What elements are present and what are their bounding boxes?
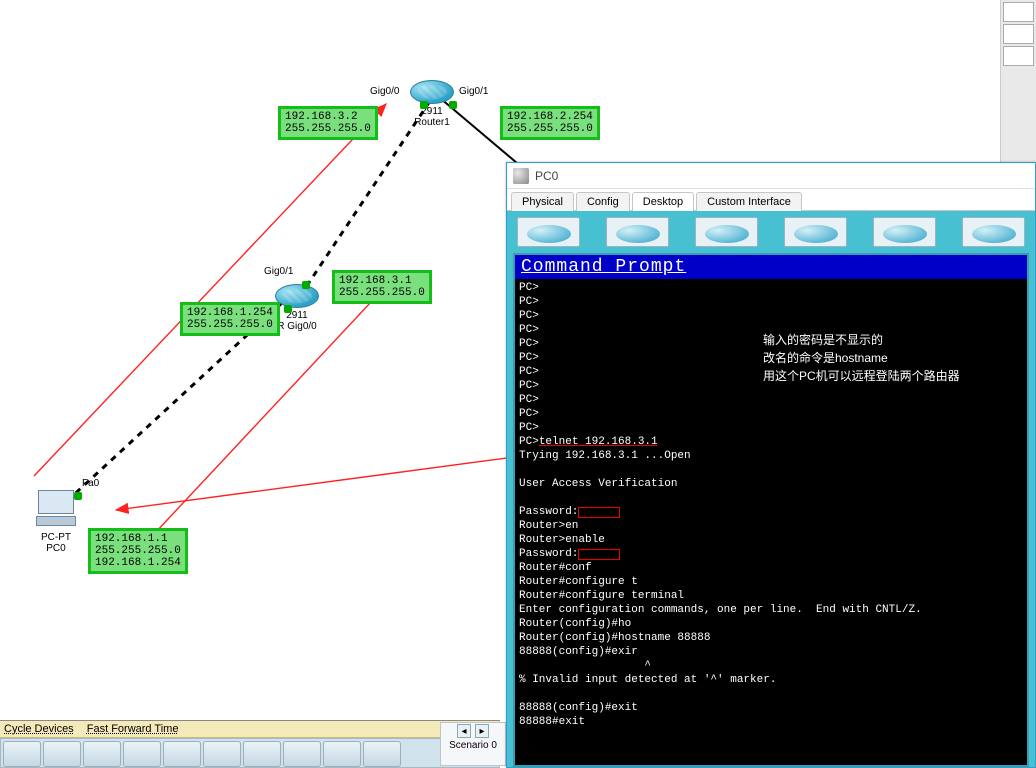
device-label: PC0 (46, 543, 65, 554)
port-indicator (449, 101, 457, 109)
device-slot[interactable] (123, 741, 161, 767)
note-r2-left[interactable]: 192.168.1.254255.255.255.0 (180, 302, 280, 336)
fast-forward-button[interactable]: Fast Forward Time (87, 723, 179, 735)
command-prompt-titlebar[interactable]: Command Prompt (515, 255, 1027, 279)
device-slot[interactable] (243, 741, 281, 767)
device-router2[interactable]: 2911 R Gig0/0 (275, 284, 319, 332)
password-hidden-box (578, 507, 620, 518)
port-indicator (284, 305, 292, 313)
device-slot[interactable] (363, 741, 401, 767)
note-r1-left[interactable]: 192.168.3.2255.255.255.0 (278, 106, 378, 140)
device-slot[interactable] (283, 741, 321, 767)
device-slot[interactable] (323, 741, 361, 767)
window-title: PC0 (535, 169, 558, 183)
device-slot[interactable] (163, 741, 201, 767)
note-pc[interactable]: 192.168.1.1255.255.255.0192.168.1.254 (88, 528, 188, 574)
bottom-bar: Cycle Devices Fast Forward Time (0, 720, 500, 768)
device-slot[interactable] (203, 741, 241, 767)
desktop-app[interactable] (695, 217, 758, 247)
device-label: Router1 (414, 117, 450, 128)
interface-label: Gig0/0 (370, 86, 399, 97)
device-router1[interactable]: 2911 Router1 (410, 80, 454, 128)
device-palette[interactable] (0, 738, 500, 768)
desktop-app[interactable] (873, 217, 936, 247)
tab-custom-interface[interactable]: Custom Interface (696, 192, 802, 211)
tab-desktop[interactable]: Desktop (632, 192, 694, 211)
window-titlebar[interactable]: PC0 (507, 163, 1035, 189)
annotation-text: 输入的密码是不显示的 改名的命令是hostname 用这个PC机可以远程登陆两个… (763, 331, 960, 385)
desktop-app[interactable] (606, 217, 669, 247)
interface-label: Gig0/1 (459, 86, 488, 97)
desktop-app[interactable] (784, 217, 847, 247)
desktop-body: Command Prompt PC> PC> PC> PC> PC> PC> P… (507, 211, 1035, 767)
scenario-prev-button[interactable]: ◂ (457, 724, 471, 738)
desktop-app[interactable] (962, 217, 1025, 247)
note-r2-right[interactable]: 192.168.3.1255.255.255.0 (332, 270, 432, 304)
port-indicator (420, 101, 428, 109)
pc0-tabstrip: Physical Config Desktop Custom Interface (507, 189, 1035, 211)
interface-label: Fa0 (82, 478, 99, 489)
scenario-next-button[interactable]: ▸ (475, 724, 489, 738)
port-indicator (74, 492, 82, 500)
device-label: PC-PT (41, 532, 71, 543)
desktop-app[interactable] (517, 217, 580, 247)
desktop-apps-row (513, 217, 1029, 247)
device-slot[interactable] (83, 741, 121, 767)
device-pc0[interactable]: PC-PT PC0 (34, 490, 78, 554)
device-slot[interactable] (3, 741, 41, 767)
cycle-devices-button[interactable]: Cycle Devices (4, 723, 74, 735)
pc0-window[interactable]: PC0 Physical Config Desktop Custom Inter… (506, 162, 1036, 768)
tab-config[interactable]: Config (576, 192, 630, 211)
device-label: R Gig0/0 (277, 321, 316, 332)
router-icon (410, 80, 454, 104)
scenario-label: Scenario 0 (442, 740, 504, 751)
tab-physical[interactable]: Physical (511, 192, 574, 211)
password-hidden-box (578, 549, 620, 560)
router-icon (275, 284, 319, 308)
scenario-box[interactable]: ◂ ▸ Scenario 0 (440, 722, 506, 766)
interface-label: Gig0/1 (264, 266, 293, 277)
pc-title-icon (513, 168, 529, 184)
note-r1-right[interactable]: 192.168.2.254255.255.255.0 (500, 106, 600, 140)
port-indicator (302, 281, 310, 289)
pc-icon (34, 490, 78, 530)
device-slot[interactable] (43, 741, 81, 767)
